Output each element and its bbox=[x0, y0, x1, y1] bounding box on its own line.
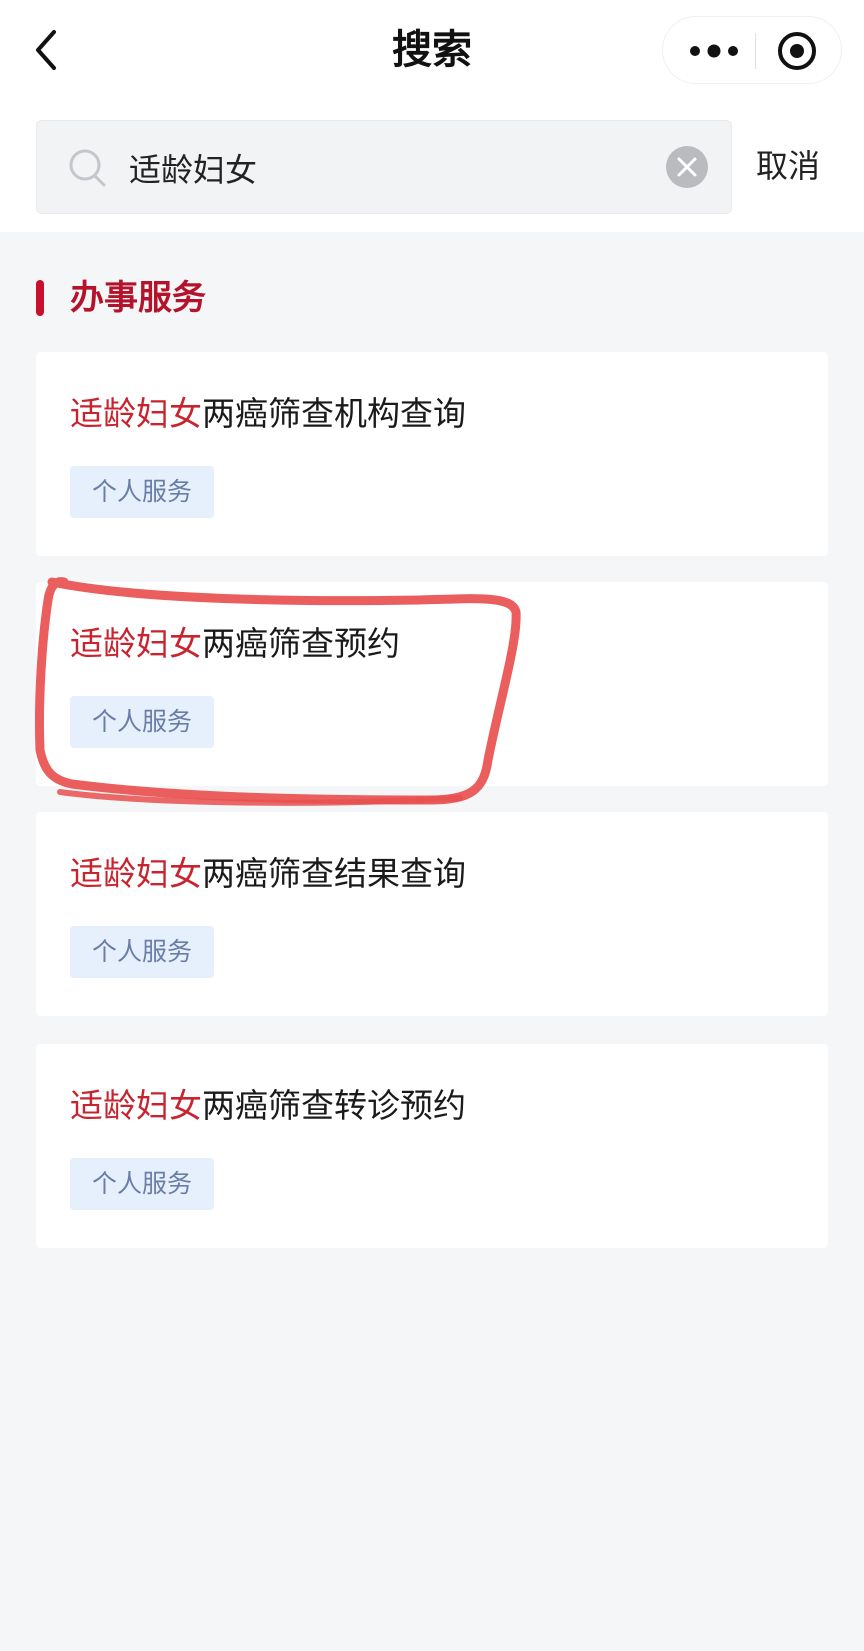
section-accent-bar bbox=[36, 280, 44, 316]
result-card[interactable]: 适龄妇女两癌筛查结果查询 个人服务 bbox=[36, 812, 828, 1016]
search-box bbox=[36, 120, 732, 214]
chevron-left-icon bbox=[36, 30, 56, 70]
more-dots-icon bbox=[690, 44, 738, 58]
cancel-button[interactable]: 取消 bbox=[756, 140, 820, 192]
result-tag: 个人服务 bbox=[70, 1158, 215, 1210]
result-title-rest: 两癌筛查转诊预约 bbox=[202, 1086, 466, 1125]
result-card[interactable]: 适龄妇女两癌筛查机构查询 个人服务 bbox=[36, 352, 828, 556]
result-tag: 个人服务 bbox=[70, 926, 215, 978]
result-card[interactable]: 适龄妇女两癌筛查转诊预约 个人服务 bbox=[36, 1044, 828, 1248]
result-title: 适龄妇女两癌筛查预约 bbox=[70, 618, 400, 670]
back-button[interactable] bbox=[30, 22, 70, 78]
result-tag: 个人服务 bbox=[70, 466, 215, 518]
section-title: 办事服务 bbox=[70, 278, 206, 318]
mini-program-capsule bbox=[662, 16, 842, 84]
more-button[interactable] bbox=[681, 31, 751, 71]
clear-search-button[interactable] bbox=[665, 145, 709, 189]
result-title-rest: 两癌筛查机构查询 bbox=[202, 394, 466, 433]
target-circle-icon bbox=[778, 32, 816, 70]
result-title-rest: 两癌筛查预约 bbox=[202, 624, 400, 663]
result-title: 适龄妇女两癌筛查机构查询 bbox=[70, 388, 466, 440]
search-icon bbox=[69, 149, 106, 187]
result-tag: 个人服务 bbox=[70, 696, 215, 748]
result-title-highlight: 适龄妇女 bbox=[70, 394, 202, 433]
result-title-rest: 两癌筛查结果查询 bbox=[202, 854, 466, 893]
capsule-divider bbox=[755, 33, 756, 69]
search-input[interactable] bbox=[127, 135, 651, 201]
result-title-highlight: 适龄妇女 bbox=[70, 1086, 202, 1125]
result-title-highlight: 适龄妇女 bbox=[70, 624, 202, 663]
result-title-highlight: 适龄妇女 bbox=[70, 854, 202, 893]
result-card[interactable]: 适龄妇女两癌筛查预约 个人服务 bbox=[36, 582, 828, 786]
result-title: 适龄妇女两癌筛查转诊预约 bbox=[70, 1080, 466, 1132]
result-title: 适龄妇女两癌筛查结果查询 bbox=[70, 848, 466, 900]
close-mini-program-button[interactable] bbox=[775, 29, 819, 73]
clear-icon bbox=[666, 146, 708, 188]
top-bar: 搜索 取消 bbox=[0, 0, 864, 232]
